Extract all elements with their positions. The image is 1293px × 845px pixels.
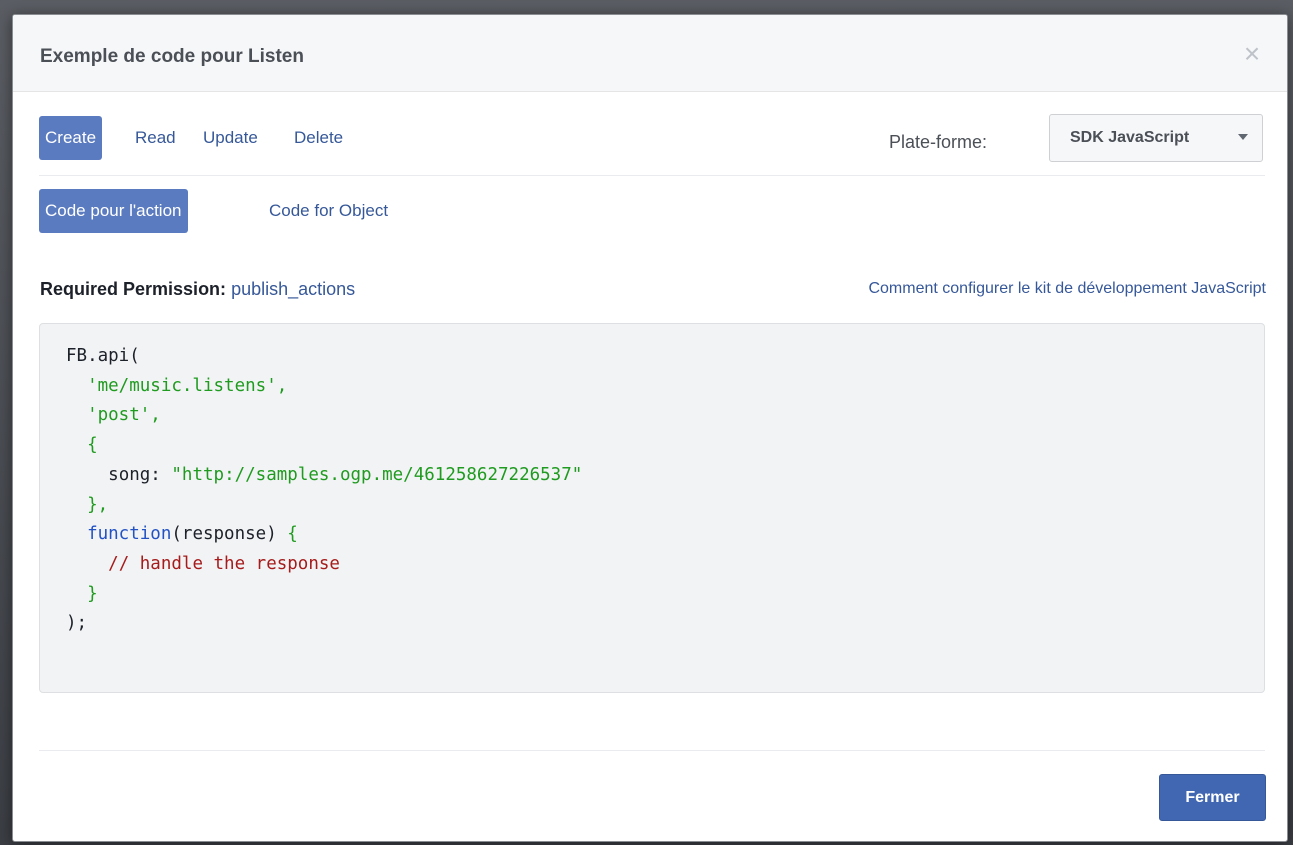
javascript-sdk-help-link[interactable]: Comment configurer le kit de développeme… <box>868 277 1266 301</box>
code-line-7-keyword: function <box>87 524 172 545</box>
chevron-down-icon <box>1238 134 1248 140</box>
code-line-1: FB.api( <box>66 346 140 366</box>
code-line-5-value: "http://samples.ogp.me/461258627226537" <box>171 464 583 485</box>
dialog-title: Exemple de code pour Listen <box>40 46 304 67</box>
platform-label: Plate-forme: <box>889 132 988 152</box>
code-line-4: { <box>87 435 98 456</box>
required-permission: Required Permission: publish_actions <box>40 277 355 301</box>
code-line-3: 'post', <box>87 405 161 426</box>
close-icon[interactable]: × <box>1239 40 1265 68</box>
tab-update[interactable]: Update <box>203 116 258 160</box>
code-line-5-key: song: <box>108 464 161 485</box>
code-line-6: }, <box>87 494 109 515</box>
code-line-8-comment: // handle the response <box>108 553 340 574</box>
code-line-2: 'me/music.listens', <box>87 375 288 396</box>
code-line-10: ); <box>66 613 88 634</box>
code-line-7-brace: { <box>287 524 298 545</box>
platform-select[interactable]: SDK JavaScript <box>1049 114 1263 162</box>
tab-code-for-object[interactable]: Code for Object <box>269 189 388 233</box>
tab-delete[interactable]: Delete <box>294 116 343 160</box>
code-line-7-params: (response) <box>171 524 277 545</box>
platform-select-value: SDK JavaScript <box>1070 129 1190 146</box>
divider <box>39 175 1265 176</box>
permission-label: Required Permission: <box>40 279 227 299</box>
close-button[interactable]: Fermer <box>1159 774 1266 821</box>
dialog-header: Exemple de code pour Listen × <box>13 15 1287 92</box>
code-line-9: } <box>87 583 98 604</box>
footer-divider <box>39 750 1265 751</box>
permission-value: publish_actions <box>231 279 356 299</box>
code-sample-dialog: Exemple de code pour Listen × Create Rea… <box>12 14 1288 842</box>
tab-read[interactable]: Read <box>135 116 176 160</box>
code-block[interactable]: FB.api( 'me/music.listens', 'post', { so… <box>39 323 1265 693</box>
tab-code-for-action[interactable]: Code pour l'action <box>39 189 188 233</box>
tab-create[interactable]: Create <box>39 116 103 160</box>
